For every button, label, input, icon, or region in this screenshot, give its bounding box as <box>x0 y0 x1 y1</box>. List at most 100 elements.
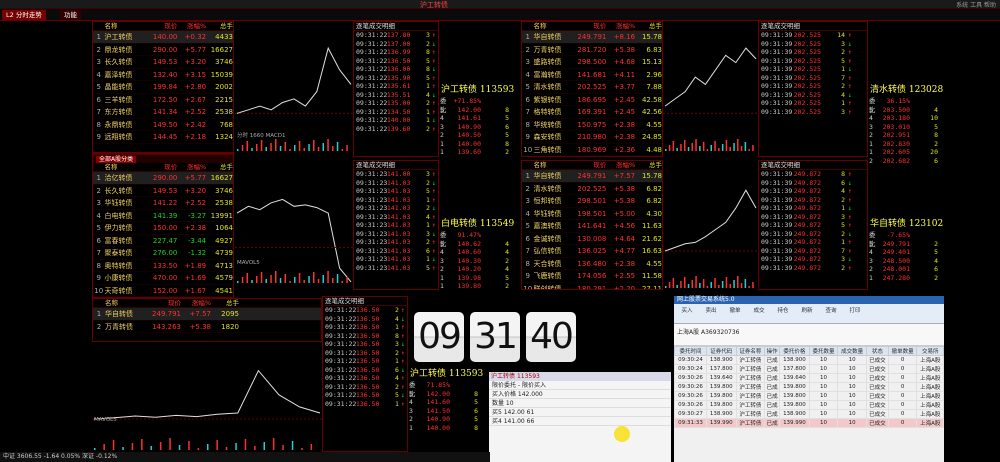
quote-row[interactable]: 2 清水转债 202.525 +5.38 6.82 <box>522 183 662 195</box>
quote-row[interactable]: 9 森安转债 210.980 +2.38 24.85 <box>522 131 662 144</box>
quote-row[interactable]: 7 弘信转债 136.025 +4.77 16.63 <box>522 245 662 258</box>
order-row[interactable]: 买入价格 142.000 <box>489 390 671 399</box>
order-row[interactable]: 买5 142.00 61 <box>489 408 671 417</box>
quote-row[interactable]: 1 沪工转债 140.00 +0.32 4433 <box>93 31 233 44</box>
toolbar-button[interactable]: 刷新 <box>798 306 816 321</box>
quote-row[interactable]: 6 三羊转债 172.50 +2.67 2215 <box>93 94 233 106</box>
volume-bar <box>744 142 747 151</box>
toolbar-button[interactable]: 撤单 <box>726 306 744 321</box>
quote-row[interactable]: 8 奥特转债 133.50 +1.89 4713 <box>93 260 233 272</box>
quote-row[interactable]: 6 金诚转债 130.008 +4.64 21.62 <box>522 233 662 245</box>
column-header[interactable]: 操作 <box>764 346 781 356</box>
direction-icon: ↑ <box>848 73 852 82</box>
tick-price: 202.525 <box>793 82 821 90</box>
order-row[interactable]: 买4 141.00 66 <box>489 417 671 426</box>
column-header[interactable]: 状态 <box>866 346 889 356</box>
column-header[interactable]: 委托数量 <box>808 346 839 356</box>
last-price: 186.695 <box>577 95 607 104</box>
quote-row[interactable]: 10 天奇转债 152.00 +1.67 4541 <box>93 285 233 297</box>
tick-volume: 1 <box>425 195 430 204</box>
quote-row[interactable]: 1 洽亿转债 290.00 +5.77 16627 <box>93 172 233 185</box>
intraday-chart-3[interactable]: MAVOL5 <box>92 342 322 452</box>
order-row[interactable]: 数量 10 <box>489 399 671 408</box>
quote-row[interactable]: 5 伊力转债 150.00 +2.38 1064 <box>93 222 233 235</box>
bond-name: 洽亿转债 <box>104 174 133 182</box>
quote-row[interactable]: 8 华统转债 150.975 +2.38 4.55 <box>522 119 662 131</box>
quote-row[interactable]: 3 华钰转债 141.22 +2.52 2538 <box>93 197 233 210</box>
intraday-chart-4[interactable] <box>663 21 758 153</box>
tick-volume: 5 <box>425 263 430 272</box>
toolbar-button[interactable]: 成交 <box>750 306 768 321</box>
volume: 6.82 <box>646 197 662 205</box>
quote-row[interactable]: 7 聚泰转债 276.00 -1.32 4739 <box>93 247 233 260</box>
table-row[interactable]: 09:30:24 137.800 沪工转债 已成 137.800 10 10 已成交 0 上海A股 <box>674 364 944 374</box>
table-row[interactable]: 09:31:33 139.990 沪工转债 已成 139.990 10 10 已成交 0 上海A股 <box>674 418 944 428</box>
tick-price: 249.872 <box>793 255 821 263</box>
quote-row[interactable]: 4 白电转债 141.39 -3.27 13991 <box>93 210 233 222</box>
table-row[interactable]: 09:30:27 138.900 沪工转债 已成 138.900 10 10 已成交 0 上海A股 <box>674 409 944 419</box>
table-row[interactable]: 09:30:26 139.800 沪工转债 已成 139.800 10 10 已成交 0 上海A股 <box>674 391 944 401</box>
column-header[interactable]: 撤单数量 <box>887 346 918 356</box>
quote-row[interactable]: 6 紫银转债 186.695 +2.45 42.58 <box>522 94 662 106</box>
toolbar-button[interactable]: 查询 <box>822 306 840 321</box>
quote-row[interactable]: 3 长久转债 149.53 +3.20 3746 <box>93 56 233 69</box>
book-level: 2 <box>869 265 873 273</box>
quote-row[interactable]: 7 格特转债 169.391 +2.45 42.56 <box>522 106 662 119</box>
quote-row[interactable]: 5 嘉澳转债 141.641 +4.56 11.63 <box>522 220 662 233</box>
quote-row[interactable]: 6 富春转债 227.47 -3.44 4927 <box>93 235 233 247</box>
table-row[interactable]: 09:30:26 139.640 沪工转债 已成 139.640 10 10 已成交 0 上海A股 <box>674 373 944 383</box>
table-row[interactable]: 09:30:26 139.800 沪工转债 已成 139.800 10 10 已成交 0 上海A股 <box>674 400 944 410</box>
volume-bar <box>332 278 334 283</box>
quote-row[interactable]: 10 三角转债 180.969 +2.36 4.48 <box>522 144 662 156</box>
quote-row[interactable]: 7 东方转债 141.34 +2.52 2538 <box>93 106 233 119</box>
column-header[interactable]: 证券代码 <box>706 346 737 356</box>
quote-row[interactable]: 8 天合转债 136.480 +2.38 4.55 <box>522 258 662 270</box>
trading-form[interactable]: 上海A股 A369320736 <box>674 324 944 346</box>
quote-row[interactable]: 1 华自转债 249.791 +7.57 15.78 <box>522 170 662 183</box>
quote-row[interactable]: 1 华自转债 249.791 +8.16 15.78 <box>522 31 662 44</box>
quote-row[interactable]: 3 盛路转债 298.500 +4.68 15.13 <box>522 56 662 69</box>
quote-row[interactable]: 9 远翔转债 144.45 +2.18 1324 <box>93 131 233 144</box>
column-header[interactable]: 证券名称 <box>735 346 766 356</box>
quote-row[interactable]: 5 清水转债 202.525 +3.77 7.88 <box>522 81 662 94</box>
intraday-chart-2[interactable]: MAVOL5 <box>235 160 353 285</box>
quote-row[interactable]: 8 永鼎转债 149.50 +2.42 768 <box>93 119 233 131</box>
tick-volume: 3 <box>841 255 845 263</box>
quote-row[interactable]: 4 华钰转债 198.501 +5.00 4.30 <box>522 208 662 220</box>
column-header[interactable]: 委托价格 <box>779 346 810 356</box>
row-index: 8 <box>525 120 530 129</box>
intraday-chart-5[interactable] <box>663 160 758 290</box>
toolbar-button[interactable]: 持仓 <box>774 306 792 321</box>
volume: 21.62 <box>641 234 662 243</box>
quote-row[interactable]: 3 恒邦转债 298.501 +5.38 6.82 <box>522 195 662 208</box>
quote-row[interactable]: 5 晶能转债 199.84 +2.80 2002 <box>93 81 233 94</box>
quote-row[interactable]: 9 小康转债 470.00 +1.69 4579 <box>93 272 233 285</box>
row-index: 6 <box>525 234 530 243</box>
top-menu[interactable]: 系统 工具 帮助 <box>956 0 996 9</box>
tab-intraday[interactable]: L2 分时走势 <box>2 10 46 20</box>
order-row[interactable]: 限价委托 - 限价买入 <box>489 381 671 390</box>
column-header[interactable]: 交易所 <box>916 346 944 356</box>
table-row[interactable]: 09:30:24 138.900 沪工转债 已成 138.900 10 10 已成交 0 上海A股 <box>674 355 944 365</box>
toolbar-button[interactable]: 卖出 <box>702 306 720 321</box>
toolbar-button[interactable]: 买入 <box>678 306 696 321</box>
toolbar-button[interactable]: 打印 <box>846 306 864 321</box>
tab-function[interactable]: 功能 <box>60 10 81 20</box>
quote-row[interactable]: 2 万青转债 143.263 +5.38 1820 <box>93 321 321 333</box>
quote-row[interactable]: 10 联创转债 180.291 +2.20 27.11 <box>522 283 662 290</box>
quote-row[interactable]: 4 嘉泽转债 132.40 +3.15 15039 <box>93 69 233 81</box>
quote-row[interactable]: 9 飞鹿转债 174.056 +2.55 11.58 <box>522 270 662 283</box>
sub-tab[interactable]: 全部A股分类 <box>93 154 233 163</box>
quote-row[interactable]: 4 富瀚转债 141.681 +4.11 2.96 <box>522 69 662 81</box>
table-cell: 沪工转债 <box>735 418 766 428</box>
last-price: 150.00 <box>152 224 178 232</box>
intraday-chart-1[interactable]: 分时 1660 MACD1 <box>235 21 353 153</box>
table-row[interactable]: 09:30:26 139.800 沪工转债 已成 139.800 10 10 已成交 0 上海A股 <box>674 382 944 392</box>
column-header[interactable]: 成交数量 <box>837 346 867 356</box>
quote-row[interactable]: 1 华自转债 249.791 +7.57 2095 <box>93 308 321 321</box>
quote-row[interactable]: 2 鼎龙转债 290.00 +5.77 16627 <box>93 44 233 56</box>
quote-row[interactable]: 2 万青转债 281.720 +5.38 6.83 <box>522 44 662 56</box>
quote-row[interactable]: 2 长久转债 149.53 +3.20 3746 <box>93 185 233 197</box>
column-header[interactable]: 委托时间 <box>674 346 707 356</box>
change-pct: +2.36 <box>613 145 636 154</box>
